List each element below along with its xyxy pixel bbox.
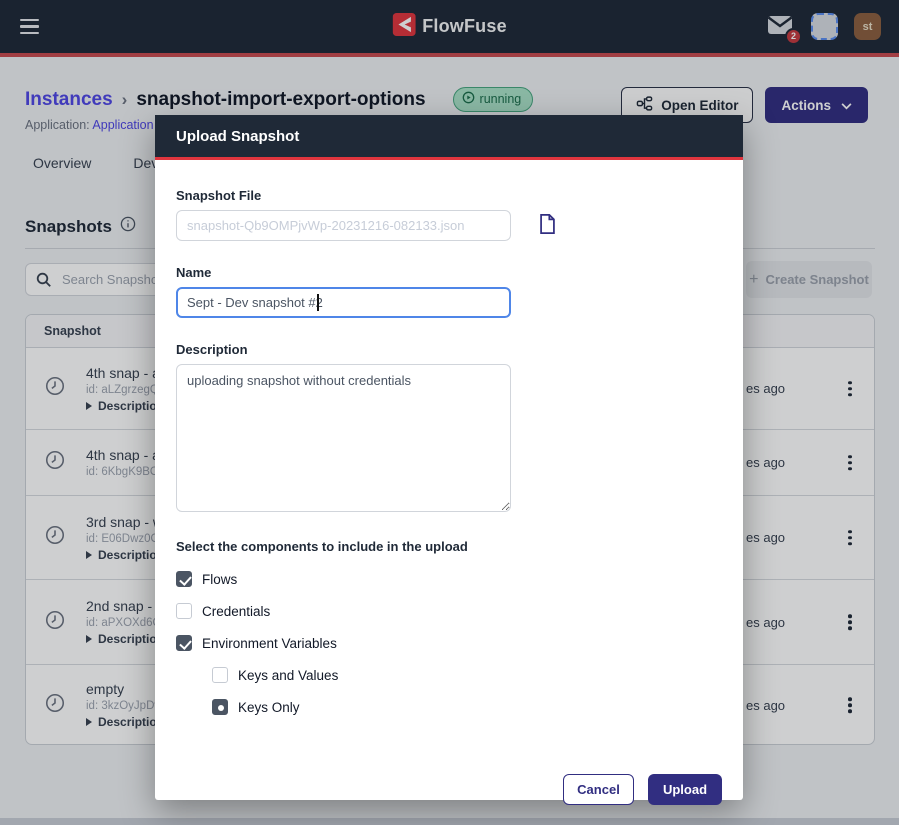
modal-title: Upload Snapshot	[176, 128, 299, 145]
checkbox-icon[interactable]	[176, 571, 192, 587]
browse-file-button[interactable]	[538, 213, 557, 238]
option-environment-variables[interactable]: Environment Variables	[176, 635, 722, 651]
checkbox-icon[interactable]	[212, 667, 228, 683]
snapshot-file-input[interactable]	[176, 210, 511, 241]
checkbox-icon[interactable]	[176, 603, 192, 619]
option-credentials[interactable]: Credentials	[176, 603, 722, 619]
cancel-button[interactable]: Cancel	[563, 774, 634, 805]
modal-header: Upload Snapshot	[155, 115, 743, 160]
upload-button[interactable]: Upload	[648, 774, 722, 805]
snapshot-file-label: Snapshot File	[176, 188, 722, 203]
checkbox-icon[interactable]	[176, 635, 192, 651]
option-keys-and-values[interactable]: Keys and Values	[212, 667, 722, 683]
text-caret	[317, 294, 319, 311]
radio-icon[interactable]	[212, 699, 228, 715]
components-label: Select the components to include in the …	[176, 539, 722, 554]
option-flows[interactable]: Flows	[176, 571, 722, 587]
name-label: Name	[176, 265, 722, 280]
document-icon	[538, 213, 557, 238]
name-input[interactable]	[176, 287, 511, 318]
description-label: Description	[176, 342, 722, 357]
upload-snapshot-modal: Upload Snapshot Snapshot File Name Descr…	[155, 115, 743, 800]
description-textarea[interactable]	[176, 364, 511, 512]
option-keys-only[interactable]: Keys Only	[212, 699, 722, 715]
